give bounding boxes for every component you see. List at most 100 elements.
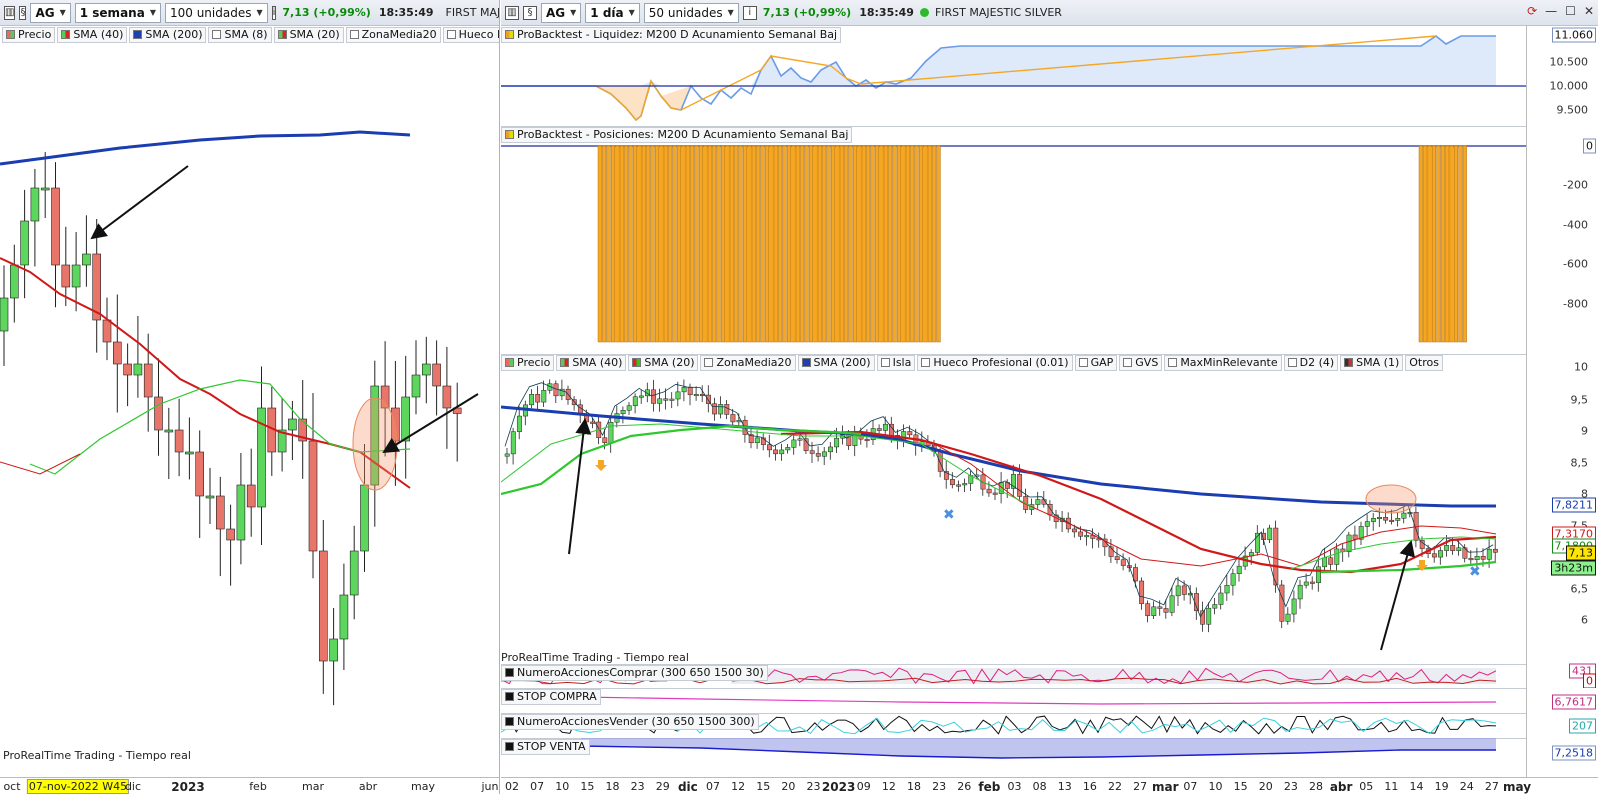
ind3-axis[interactable]: 207 xyxy=(1526,713,1598,738)
time-axis-label: 29 xyxy=(655,780,670,793)
position-bar xyxy=(835,145,840,343)
liquidez-label[interactable]: ProBacktest - Liquidez: M200 D Acunamien… xyxy=(501,26,842,43)
right-legend-item-1[interactable]: SMA (40) xyxy=(556,354,627,371)
right-legend-item-12[interactable]: Otros xyxy=(1405,354,1443,371)
period-select[interactable]: 1 semana ▼ xyxy=(74,2,161,23)
black-swatch-icon xyxy=(505,717,514,726)
left-legend-item-5[interactable]: ZonaMedia20 xyxy=(345,26,441,43)
time-axis-label: oct xyxy=(3,780,21,793)
ind1-tag-min: 0 xyxy=(1583,673,1596,689)
y-axis-tick: 9.500 xyxy=(1556,103,1589,117)
price-tag-last: 7,13 xyxy=(1565,545,1596,561)
ind3-label[interactable]: NumeroAccionesVender (30 650 1500 300) xyxy=(501,713,759,730)
close-icon[interactable]: ✕ xyxy=(1584,4,1594,18)
position-bar xyxy=(800,145,805,343)
ind2-label[interactable]: STOP COMPRA xyxy=(501,688,601,705)
refresh-icon[interactable]: ⟳ xyxy=(1527,4,1537,18)
position-bar xyxy=(830,145,836,343)
time-axis-label: 13 xyxy=(1057,780,1072,793)
left-legend-item-1[interactable]: SMA (40) xyxy=(57,26,128,43)
sell-signal-icon xyxy=(595,460,607,471)
left-time-axis[interactable]: oct 07-nov-2022 W45 dic 2023 feb mar abr may jun xyxy=(0,777,499,794)
posiciones-plot[interactable] xyxy=(501,126,1526,354)
symbol-select[interactable]: AG ▼ xyxy=(541,2,582,23)
minimize-icon[interactable]: — xyxy=(1545,4,1557,18)
right-legend-item-5[interactable]: Isla xyxy=(876,354,916,371)
ind4-label[interactable]: STOP VENTA xyxy=(501,738,590,755)
right-legend-item-7[interactable]: GAP xyxy=(1074,354,1118,371)
right-legend-item-11[interactable]: SMA (1) xyxy=(1340,354,1404,371)
candle-body xyxy=(174,429,184,453)
candle-body xyxy=(541,390,547,403)
position-bar xyxy=(773,145,778,343)
units-select[interactable]: 50 unidades ▼ xyxy=(643,2,739,23)
ind1-label[interactable]: NumeroAccionesComprar (300 650 1500 30) xyxy=(501,664,768,681)
position-bar xyxy=(606,145,611,343)
chart-icon[interactable]: ▥ xyxy=(505,5,519,20)
time-axis-label: 15 xyxy=(580,780,595,793)
legend-swatch-icon xyxy=(880,358,890,367)
candle-body xyxy=(956,484,962,487)
units-select[interactable]: 100 unidades ▼ xyxy=(164,2,268,23)
y-axis-tick: 9,5 xyxy=(1570,393,1589,407)
candle-body xyxy=(1285,613,1291,622)
legend-item-label: Hueco Profesional (0.01) xyxy=(933,356,1069,369)
left-legend-item-6[interactable]: Hueco Profesional xyxy=(442,26,499,43)
candle-body xyxy=(318,550,328,662)
candle-body xyxy=(288,418,297,431)
maximize-icon[interactable]: ☐ xyxy=(1565,4,1576,18)
candle-body xyxy=(30,187,40,222)
position-bar xyxy=(927,145,932,343)
cursor-date-badge: 07-nov-2022 W45 xyxy=(26,779,130,794)
symbol-select[interactable]: AG ▼ xyxy=(30,2,71,23)
left-legend-item-3[interactable]: SMA (8) xyxy=(208,26,272,43)
posiciones-label[interactable]: ProBacktest - Posiciones: M200 D Acunami… xyxy=(501,126,853,143)
info-icon[interactable]: i xyxy=(742,5,757,20)
legend-swatch-icon xyxy=(1168,358,1178,367)
right-legend-item-0[interactable]: Precio xyxy=(501,354,555,371)
right-legend-item-2[interactable]: SMA (20) xyxy=(628,354,699,371)
candle-body xyxy=(535,394,541,403)
candle-body xyxy=(1480,556,1486,560)
legend-swatch-icon xyxy=(349,30,359,39)
time-axis-label: 07 xyxy=(706,780,720,793)
right-legend-item-8[interactable]: GVS xyxy=(1119,354,1163,371)
time-axis-label: dic xyxy=(124,780,142,793)
chart-icon[interactable]: ▥ xyxy=(4,5,16,20)
ind4-plot[interactable] xyxy=(501,738,1526,777)
ind4-axis[interactable]: 7,2518 xyxy=(1526,738,1598,777)
ind2-plot[interactable] xyxy=(501,688,1526,713)
ind3-label-text: NumeroAccionesVender (30 650 1500 300) xyxy=(517,715,755,728)
position-bar xyxy=(742,145,748,343)
left-legend-item-2[interactable]: SMA (200) xyxy=(129,26,207,43)
price-axis[interactable]: 109,598,587,576,567,82117,31707,18007,13… xyxy=(1526,354,1598,664)
link-icon[interactable]: § xyxy=(523,5,537,20)
right-legend-item-6[interactable]: Hueco Profesional (0.01) xyxy=(917,354,1073,371)
ind1-label-text: NumeroAccionesComprar (300 650 1500 30) xyxy=(517,666,764,679)
legend-swatch-icon xyxy=(632,358,642,367)
candle-body xyxy=(638,395,644,398)
liquidez-axis[interactable]: 11.060 10.500 10.000 9.500 xyxy=(1526,26,1598,126)
ind1-axis[interactable]: 431 0 xyxy=(1526,663,1598,689)
position-bar xyxy=(1458,145,1463,343)
info-icon[interactable]: i xyxy=(271,5,277,20)
posiciones-axis[interactable]: 0 -200 -400 -600 -800 xyxy=(1526,126,1598,354)
period-select[interactable]: 1 día ▼ xyxy=(585,2,640,23)
right-legend-item-9[interactable]: MaxMinRelevante xyxy=(1164,354,1282,371)
candle-body xyxy=(308,440,318,552)
right-legend-item-4[interactable]: SMA (200) xyxy=(797,354,875,371)
daily-price-plot[interactable]: ✖✖ xyxy=(501,354,1526,664)
legend-swatch-icon xyxy=(1287,358,1297,367)
ind2-axis[interactable]: 6,7617 xyxy=(1526,688,1598,713)
position-bar xyxy=(676,145,682,343)
weekly-price-plot[interactable] xyxy=(0,44,500,777)
right-time-axis[interactable]: 02 07 10 15 18 23 29 dic 07 12 15 20 23 2023 09 12 18 23 2… xyxy=(501,777,1598,794)
left-legend-item-0[interactable]: Precio xyxy=(2,26,56,43)
left-legend-item-4[interactable]: SMA (20) xyxy=(273,26,344,43)
right-legend-item-3[interactable]: ZonaMedia20 xyxy=(700,354,796,371)
candle-body xyxy=(529,394,535,406)
right-legend-item-10[interactable]: D2 (4) xyxy=(1283,354,1339,371)
link-icon[interactable]: § xyxy=(19,5,27,20)
candle-body xyxy=(1151,606,1157,616)
candle-body xyxy=(133,363,143,376)
